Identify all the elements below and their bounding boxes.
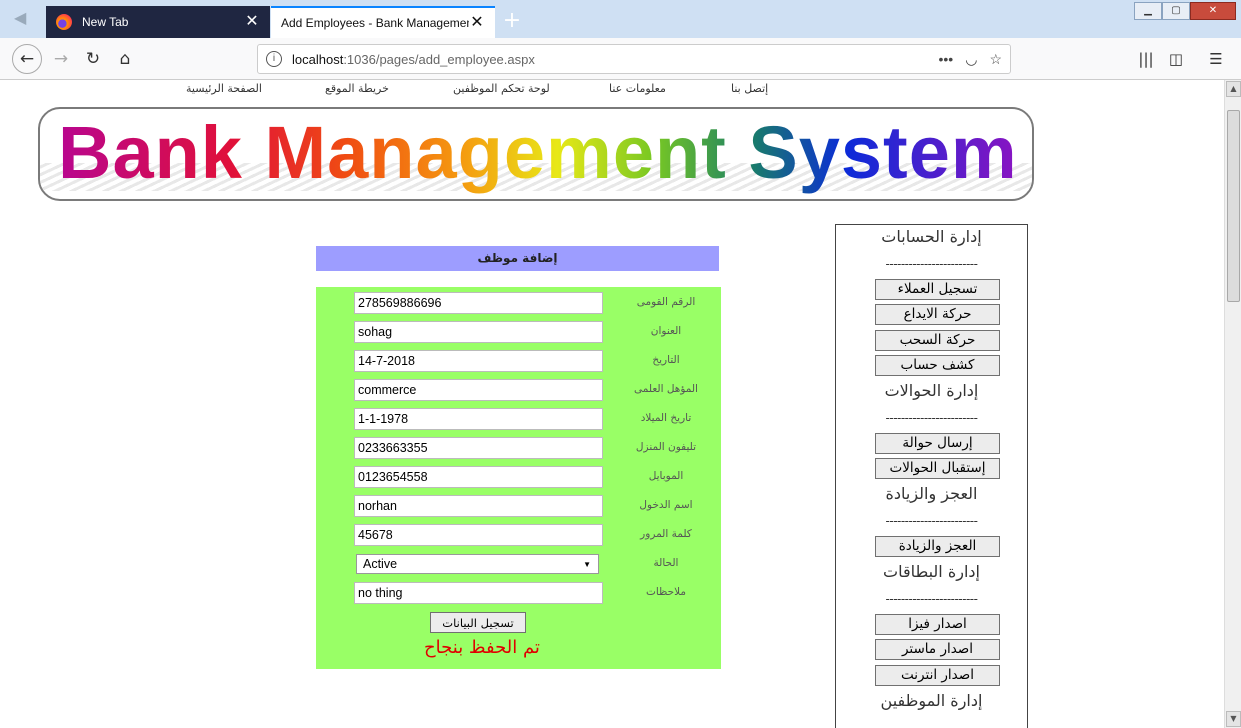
issue-master-button[interactable]: اصدار ماستر bbox=[875, 639, 1000, 660]
success-message: تم الحفظ بنجاح bbox=[424, 637, 540, 658]
birthdate-label: تاريخ الميلاد bbox=[640, 412, 692, 424]
tab-list-icon[interactable]: ◀ bbox=[14, 6, 42, 30]
maximize-icon[interactable]: ▢ bbox=[1162, 2, 1190, 20]
url-path: :1036/pages/add_employee.aspx bbox=[343, 51, 535, 67]
info-icon[interactable]: i bbox=[266, 51, 282, 67]
sidebar-separator: ------------------------ bbox=[885, 514, 978, 528]
form-row-address: العنوان bbox=[316, 321, 721, 345]
form-row-password: كلمة المرور bbox=[316, 524, 721, 548]
sidebar-separator: ------------------------ bbox=[885, 592, 978, 606]
password-label: كلمة المرور bbox=[640, 528, 692, 540]
status-selected-value: Active bbox=[363, 557, 398, 571]
form-row-mobile: الموبايل bbox=[316, 466, 721, 490]
reload-icon[interactable]: ↻ bbox=[78, 44, 108, 74]
tab-new-tab[interactable]: New Tab ✕ bbox=[46, 6, 270, 38]
birthdate-input[interactable] bbox=[354, 408, 603, 430]
date-input[interactable] bbox=[354, 350, 603, 372]
pocket-icon[interactable]: ◡ bbox=[965, 51, 977, 68]
notes-input[interactable] bbox=[354, 582, 603, 604]
library-icon[interactable]: ||| bbox=[1136, 50, 1156, 68]
tab-add-employees[interactable]: Add Employees - Bank Management Syste ✕ bbox=[271, 6, 495, 38]
form-row-home-phone: تليفون المنزل bbox=[316, 437, 721, 461]
page-actions-icon[interactable]: ••• bbox=[939, 51, 954, 68]
nav-home-link[interactable]: الصفحة الرئيسية bbox=[186, 82, 262, 95]
withdraw-button[interactable]: حركة السحب bbox=[875, 330, 1000, 351]
menu-icon[interactable]: ☰ bbox=[1206, 50, 1226, 68]
url-host: localhost bbox=[292, 51, 344, 67]
mobile-input[interactable] bbox=[354, 466, 603, 488]
forward-icon[interactable]: → bbox=[46, 44, 76, 74]
home-icon[interactable]: ⌂ bbox=[110, 44, 140, 74]
form-row-qualification: المؤهل العلمى bbox=[316, 379, 721, 403]
send-transfer-button[interactable]: إرسال حوالة bbox=[875, 433, 1000, 454]
site-logo: Bank Management System bbox=[58, 109, 1018, 197]
back-icon[interactable]: ← bbox=[12, 44, 42, 74]
form-row-status: Active ▼ الحالة bbox=[316, 553, 721, 577]
notes-label: ملاحظات bbox=[645, 586, 687, 598]
scroll-up-icon[interactable]: ▲ bbox=[1226, 81, 1241, 97]
address-bar[interactable]: i localhost:1036/pages/add_employee.aspx… bbox=[257, 44, 1011, 74]
tab-title: Add Employees - Bank Management Syste bbox=[281, 16, 469, 30]
deficit-button[interactable]: العجز والزيادة bbox=[875, 536, 1000, 557]
nav-sitemap-link[interactable]: خريطة الموقع bbox=[325, 82, 389, 95]
chevron-down-icon: ▼ bbox=[583, 559, 591, 569]
nav-contact-link[interactable]: إتصل بنا bbox=[731, 82, 768, 95]
scroll-down-icon[interactable]: ▼ bbox=[1226, 711, 1241, 727]
password-input[interactable] bbox=[354, 524, 603, 546]
status-label: الحالة bbox=[653, 557, 679, 569]
nav-dashboard-link[interactable]: لوحة تحكم الموظفين bbox=[453, 82, 550, 95]
address-label: العنوان bbox=[650, 325, 682, 337]
new-tab-icon[interactable]: + bbox=[500, 8, 524, 34]
issue-visa-button[interactable]: اصدار فيزا bbox=[875, 614, 1000, 635]
sidebar-accounts-title: إدارة الحسابات bbox=[881, 227, 982, 246]
statement-button[interactable]: كشف حساب bbox=[875, 355, 1000, 376]
register-clients-button[interactable]: تسجيل العملاء bbox=[875, 279, 1000, 300]
bookmark-star-icon[interactable]: ☆ bbox=[989, 51, 1002, 68]
national-id-label: الرقم القومى bbox=[636, 296, 696, 308]
site-banner: Bank Management System bbox=[38, 107, 1034, 201]
sidebar: إدارة الحسابات ------------------------ … bbox=[835, 224, 1028, 728]
form-row-birthdate: تاريخ الميلاد bbox=[316, 408, 721, 432]
minimize-icon[interactable]: ▁ bbox=[1134, 2, 1162, 20]
username-label: اسم الدخول bbox=[639, 499, 693, 511]
sidebar-separator: ------------------------ bbox=[885, 257, 978, 271]
firefox-icon bbox=[56, 14, 72, 30]
receive-transfers-button[interactable]: إستقبال الحوالات bbox=[875, 458, 1000, 479]
mobile-label: الموبايل bbox=[648, 470, 684, 482]
form-row-date: التاريخ bbox=[316, 350, 721, 374]
close-tab-icon[interactable]: ✕ bbox=[469, 15, 485, 31]
home-phone-input[interactable] bbox=[354, 437, 603, 459]
qualification-input[interactable] bbox=[354, 379, 603, 401]
qualification-label: المؤهل العلمى bbox=[634, 383, 698, 395]
home-phone-label: تليفون المنزل bbox=[635, 441, 697, 453]
sidebar-employees-title: إدارة الموظفين bbox=[880, 691, 983, 710]
save-data-button[interactable]: تسجيل البيانات bbox=[430, 612, 526, 633]
username-input[interactable] bbox=[354, 495, 603, 517]
nav-about-link[interactable]: معلومات عنا bbox=[609, 82, 666, 95]
form-row-username: اسم الدخول bbox=[316, 495, 721, 519]
browser-titlebar: ◀ New Tab ✕ Add Employees - Bank Managem… bbox=[0, 0, 1241, 38]
page-scrollbar[interactable]: ▲ ▼ bbox=[1224, 80, 1241, 728]
sidebar-separator: ------------------------ bbox=[885, 411, 978, 425]
form-row-notes: ملاحظات bbox=[316, 582, 721, 606]
sidebar-transfers-title: إدارة الحوالات bbox=[884, 381, 979, 400]
national-id-input[interactable] bbox=[354, 292, 603, 314]
sidebar-icon[interactable]: ◫ bbox=[1166, 50, 1186, 68]
add-employee-form: الرقم القومى العنوان التاريخ المؤهل العل… bbox=[316, 287, 721, 669]
tab-title: New Tab bbox=[82, 15, 129, 29]
sidebar-deficit-title: العجز والزيادة bbox=[885, 484, 978, 503]
status-select[interactable]: Active ▼ bbox=[356, 554, 599, 574]
sidebar-cards-title: إدارة البطاقات bbox=[883, 562, 980, 581]
browser-navbar: ← → ↻ ⌂ i localhost:1036/pages/add_emplo… bbox=[0, 38, 1241, 80]
issue-internet-button[interactable]: اصدار انترنت bbox=[875, 665, 1000, 686]
scrollbar-thumb[interactable] bbox=[1227, 110, 1240, 302]
deposit-button[interactable]: حركة الايداع bbox=[875, 304, 1000, 325]
form-heading: إضافة موظف bbox=[316, 246, 719, 271]
form-row-national-id: الرقم القومى bbox=[316, 292, 721, 316]
close-window-icon[interactable]: ✕ bbox=[1190, 2, 1236, 20]
page-viewport: الصفحة الرئيسية خريطة الموقع لوحة تحكم ا… bbox=[0, 80, 1241, 728]
close-tab-icon[interactable]: ✕ bbox=[244, 14, 260, 30]
address-input[interactable] bbox=[354, 321, 603, 343]
date-label: التاريخ bbox=[652, 354, 680, 366]
